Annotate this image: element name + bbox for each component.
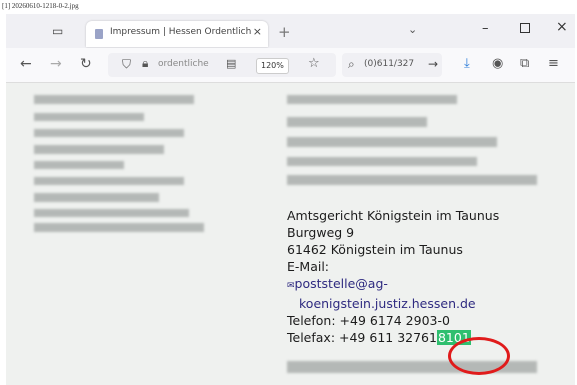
back-icon[interactable]: ← bbox=[20, 56, 32, 72]
address-bar[interactable]: ⛉ 🔒︎ ordentliche ▤ 120% ☆ bbox=[108, 53, 336, 77]
extensions-icon[interactable]: ⧉ bbox=[520, 56, 529, 71]
city: 61462 Königstein im Taunus bbox=[287, 242, 463, 257]
email-link-line2-row[interactable]: koenigstein.justiz.hessen.de bbox=[287, 295, 499, 312]
fax-prefix: Telefax: +49 611 32761 bbox=[287, 330, 437, 345]
street: Burgweg 9 bbox=[287, 225, 355, 240]
mail-icon: ✉ bbox=[287, 281, 295, 291]
browser-window: ▭ Impressum | Hessen Ordentlich × + ⌄ – … bbox=[6, 14, 575, 385]
tab-list-icon[interactable]: ▭ bbox=[52, 24, 66, 38]
shield-icon[interactable]: ⛉ bbox=[122, 57, 131, 72]
search-text[interactable]: (0)611/327 bbox=[364, 59, 414, 69]
chevron-down-icon[interactable]: ⌄ bbox=[408, 23, 417, 36]
court-name: Amtsgericht Königstein im Taunus bbox=[287, 208, 500, 223]
navigation-toolbar: ← → ↻ ⛉ 🔒︎ ordentliche ▤ 120% ☆ ⌕ (0)611… bbox=[6, 48, 575, 83]
search-icon: ⌕ bbox=[348, 57, 355, 71]
phone: Telefon: +49 6174 2903-0 bbox=[287, 313, 450, 328]
blurred-text bbox=[34, 129, 184, 137]
zoom-level-button[interactable]: 120% bbox=[256, 58, 289, 74]
tab-title: Impressum | Hessen Ordentlich bbox=[110, 27, 252, 37]
reload-icon[interactable]: ↻ bbox=[80, 56, 92, 72]
menu-icon[interactable]: ≡ bbox=[548, 56, 559, 71]
email-link[interactable]: ✉poststelle@ag- bbox=[287, 275, 499, 295]
blurred-text bbox=[34, 161, 124, 169]
page-content: Amtsgericht Königstein im Taunus Burgweg… bbox=[6, 83, 575, 385]
email-link-line1[interactable]: poststelle@ag- bbox=[295, 276, 388, 291]
blurred-text bbox=[34, 95, 194, 104]
close-tab-icon[interactable]: × bbox=[253, 25, 262, 38]
tab-bar: ▭ Impressum | Hessen Ordentlich × + ⌄ – … bbox=[6, 14, 575, 48]
blurred-text bbox=[287, 175, 537, 185]
blurred-text bbox=[287, 157, 477, 166]
tab-impressum[interactable]: Impressum | Hessen Ordentlich × bbox=[86, 21, 268, 47]
minimize-icon[interactable]: – bbox=[482, 21, 489, 36]
go-arrow-icon[interactable]: → bbox=[428, 57, 438, 71]
blurred-text bbox=[34, 223, 204, 232]
contact-address: Amtsgericht Königstein im Taunus Burgweg… bbox=[287, 207, 499, 346]
blurred-text bbox=[34, 209, 189, 217]
new-tab-icon[interactable]: + bbox=[278, 23, 291, 41]
download-icon[interactable]: ⤓ bbox=[464, 56, 470, 71]
lock-icon[interactable]: 🔒︎ bbox=[142, 56, 148, 71]
blurred-text bbox=[287, 117, 427, 127]
email-label: E-Mail: bbox=[287, 259, 330, 274]
favicon-icon bbox=[95, 29, 103, 39]
file-caption: [1] 20260610-1218-0-2.jpg bbox=[2, 2, 79, 10]
maximize-icon[interactable] bbox=[520, 23, 530, 33]
blurred-text bbox=[287, 137, 497, 147]
account-icon[interactable]: ◉ bbox=[492, 56, 503, 71]
blurred-text bbox=[34, 193, 159, 202]
red-circle-annotation bbox=[448, 337, 510, 375]
bookmark-star-icon[interactable]: ☆ bbox=[308, 56, 320, 71]
email-link-line2[interactable]: koenigstein.justiz.hessen.de bbox=[299, 296, 476, 311]
forward-icon[interactable]: → bbox=[50, 56, 62, 72]
blurred-text bbox=[287, 95, 457, 104]
url-text[interactable]: ordentliche bbox=[158, 59, 214, 69]
reader-icon[interactable]: ▤ bbox=[226, 57, 236, 70]
blurred-text bbox=[34, 177, 184, 185]
close-window-icon[interactable]: × bbox=[556, 19, 568, 35]
search-bar[interactable]: ⌕ (0)611/327 → bbox=[342, 53, 442, 77]
blurred-text bbox=[34, 145, 164, 154]
blurred-text bbox=[34, 113, 144, 121]
